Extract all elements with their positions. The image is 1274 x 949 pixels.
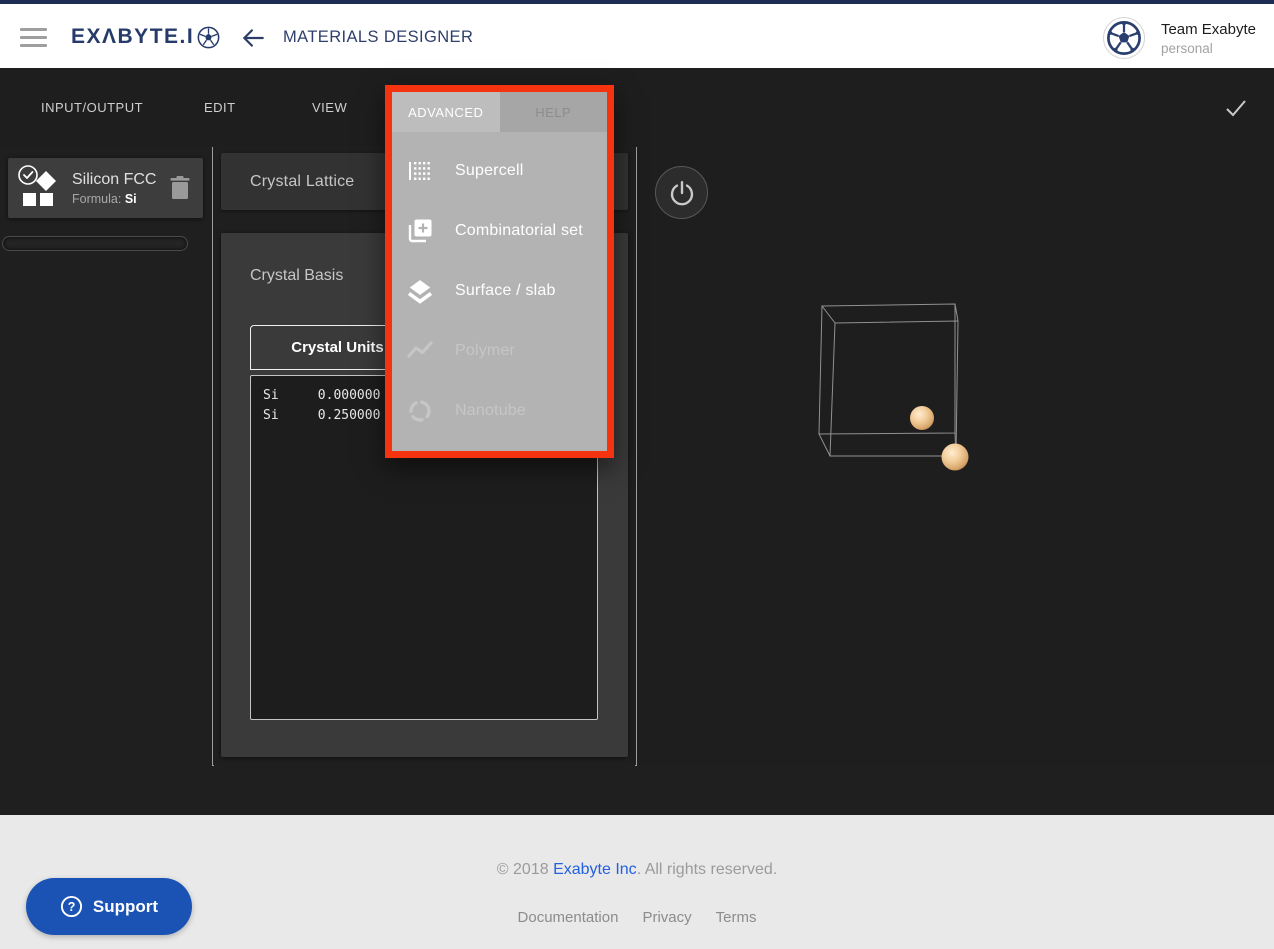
atom-sphere [910,406,934,430]
page-title: MATERIALS DESIGNER [283,28,473,47]
app-header: EXΛBYTE.I [0,0,1274,68]
tab-help[interactable]: HELP [500,92,608,132]
exabyte-ball-icon [197,26,220,49]
supercell-grid-icon [407,158,433,184]
menu-item-label: Supercell [455,162,524,180]
link-privacy[interactable]: Privacy [642,909,691,926]
menu-item-nanotube: Nanotube [392,381,607,441]
apply-check-icon[interactable] [1224,97,1248,119]
menu-item-label: Combinatorial set [455,222,583,240]
menu-item-label: Polymer [455,342,515,360]
account-name: Team Exabyte [1161,21,1256,38]
advanced-dropdown-highlighted: ADVANCED HELP Supercell [385,85,614,458]
dropdown-tabs: ADVANCED HELP [392,92,607,132]
material-selected-icon [16,165,62,211]
link-documentation[interactable]: Documentation [518,909,619,926]
exabyte-logo[interactable]: EXΛBYTE.I [71,24,220,49]
menu-item-polymer: Polymer [392,321,607,381]
page-footer: © 2018 Exabyte Inc. All rights reserved.… [0,815,1274,949]
material-formula: Formula: Si [72,192,169,206]
avatar-ball-icon [1106,20,1142,56]
crystal-basis-title: Crystal Basis [250,267,343,285]
help-circle-icon: ? [60,895,83,918]
hamburger-menu-icon[interactable] [20,28,47,48]
material-list-item-silicon-fcc[interactable]: Silicon FCC Formula: Si [8,158,203,218]
menu-item-combinatorial-set[interactable]: Combinatorial set [392,201,607,261]
back-arrow-icon[interactable] [240,25,266,51]
account-widget[interactable]: Team Exabyte personal [1103,17,1256,59]
bottom-dark-strip [0,767,1274,815]
menu-input-output[interactable]: INPUT/OUTPUT [41,68,143,147]
team-avatar [1103,17,1145,59]
textarea-resize-grip[interactable] [585,707,595,717]
materials-designer-app: EXΛBYTE.I [0,0,1274,949]
main-menubar: INPUT/OUTPUT EDIT VIEW ADVANCED HELP [0,68,1274,147]
support-button-label: Support [93,897,158,917]
library-add-icon [407,218,433,244]
viewer-3d-panel[interactable] [636,147,1274,766]
dropdown-items: Supercell Combinatorial set [392,132,607,441]
unit-cell-wireframe [819,304,958,456]
support-button[interactable]: ? Support [26,878,192,935]
crystal-lattice-title: Crystal Lattice [250,173,354,191]
exabyte-logo-text: EXΛBYTE.I [71,25,194,49]
menu-item-label: Nanotube [455,402,526,420]
menu-item-surface-slab[interactable]: Surface / slab [392,261,607,321]
material-name: Silicon FCC [72,171,169,189]
material-formula-value: Si [125,192,137,206]
content-area: Silicon FCC Formula: Si [0,147,1274,766]
sidebar-scrollbar[interactable] [2,236,188,251]
tab-advanced[interactable]: ADVANCED [392,92,500,132]
materials-sidebar: Silicon FCC Formula: Si [0,147,213,766]
polymer-zigzag-icon [407,338,433,364]
menu-item-label: Surface / slab [455,282,556,300]
copyright-text: © 2018 Exabyte Inc. All rights reserved. [0,861,1274,879]
exabyte-inc-link[interactable]: Exabyte Inc [553,861,637,878]
menu-item-supercell[interactable]: Supercell [392,141,607,201]
account-plan: personal [1161,41,1256,56]
nanotube-ring-icon [407,398,433,424]
svg-text:?: ? [68,900,76,914]
atom-sphere [942,444,969,471]
menu-view[interactable]: VIEW [312,68,347,147]
layers-icon [407,278,433,304]
crystal-scene[interactable] [637,147,1274,766]
link-terms[interactable]: Terms [716,909,757,926]
menu-edit[interactable]: EDIT [204,68,236,147]
delete-material-icon[interactable] [169,175,191,201]
